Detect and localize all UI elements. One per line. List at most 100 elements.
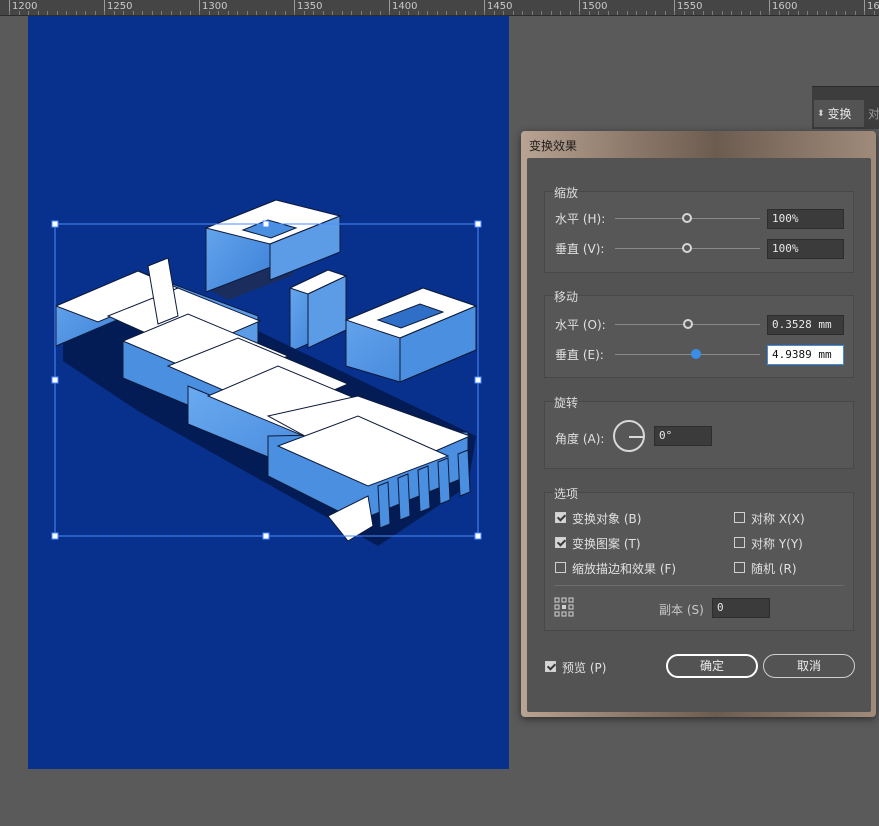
scale-vertical-label: 垂直 (V): — [555, 242, 605, 256]
reference-point-icon[interactable] — [554, 597, 574, 617]
ruler-minor-tick — [617, 11, 618, 15]
preview-checkbox[interactable] — [545, 661, 556, 672]
ruler-minor-tick — [171, 11, 172, 15]
reflect-y-checkbox[interactable] — [734, 537, 745, 548]
ruler-minor-tick — [66, 11, 67, 15]
ruler-label: 165 — [867, 1, 879, 12]
angle-field[interactable]: 0° — [654, 426, 712, 446]
ruler-minor-tick — [266, 11, 267, 15]
tab-align[interactable]: 对 — [868, 100, 879, 127]
ruler-minor-tick — [399, 11, 400, 15]
transform-patterns-checkbox[interactable] — [555, 537, 566, 548]
reflect-y-label: 对称 Y(Y) — [751, 537, 803, 551]
transform-effect-dialog[interactable]: 变换效果 缩放 水平 (H): 100% 垂直 (V): 100% 移动 水平 … — [521, 131, 876, 717]
scale-horizontal-slider-knob[interactable] — [682, 213, 692, 223]
ruler-minor-tick — [9, 11, 10, 15]
transform-patterns-label: 变换图案 (T) — [572, 537, 641, 551]
ruler-minor-tick — [693, 11, 694, 15]
transform-objects-checkbox[interactable] — [555, 512, 566, 523]
ruler-minor-tick — [389, 11, 390, 15]
ruler-minor-tick — [589, 11, 590, 15]
resize-handle[interactable] — [474, 532, 482, 540]
ruler-minor-tick — [750, 11, 751, 15]
ruler-minor-tick — [304, 11, 305, 15]
scale-vertical-field[interactable]: 100% — [767, 239, 844, 259]
ruler-minor-tick — [712, 11, 713, 15]
scale-vertical-slider-knob[interactable] — [682, 243, 692, 253]
ruler-minor-tick — [47, 11, 48, 15]
ruler-minor-tick — [228, 11, 229, 15]
ruler-minor-tick — [722, 11, 723, 15]
scale-section-title: 缩放 — [554, 186, 579, 200]
dialog-title: 变换效果 — [529, 139, 578, 153]
ruler-minor-tick — [218, 11, 219, 15]
tab-transform[interactable]: ⬍ 变换 — [814, 100, 864, 127]
scale-group: 缩放 水平 (H): 100% 垂直 (V): 100% — [544, 186, 854, 273]
move-group: 移动 水平 (O): 0.3528 mm 垂直 (E): 4.9389 mm — [544, 290, 854, 378]
ruler-minor-tick — [760, 11, 761, 15]
ruler-label: 1400 — [392, 1, 418, 12]
ruler-minor-tick — [560, 11, 561, 15]
cancel-button[interactable]: 取消 — [763, 654, 855, 678]
ruler-minor-tick — [532, 11, 533, 15]
ruler-minor-tick — [817, 11, 818, 15]
ruler-minor-tick — [85, 11, 86, 15]
move-horizontal-slider-knob[interactable] — [683, 319, 693, 329]
tab-align-label: 对 — [868, 107, 879, 121]
move-vertical-slider[interactable] — [615, 354, 760, 355]
ruler-minor-tick — [807, 11, 808, 15]
horizontal-ruler[interactable]: 1200 1250 1300 1350 1400 1450 1500 1550 … — [0, 0, 879, 16]
ruler-minor-tick — [152, 11, 153, 15]
ruler-minor-tick — [380, 11, 381, 15]
transform-objects-label: 变换对象 (B) — [572, 512, 642, 526]
angle-dial[interactable] — [613, 420, 645, 452]
scale-strokes-checkbox[interactable] — [555, 562, 566, 573]
ruler-minor-tick — [199, 11, 200, 15]
resize-handle[interactable] — [262, 220, 270, 228]
move-vertical-field[interactable]: 4.9389 mm — [767, 345, 844, 365]
ruler-minor-tick — [646, 11, 647, 15]
resize-handle[interactable] — [51, 532, 59, 540]
ruler-minor-tick — [513, 11, 514, 15]
reflect-x-label: 对称 X(X) — [751, 512, 805, 526]
reflect-x-checkbox[interactable] — [734, 512, 745, 523]
ruler-minor-tick — [95, 11, 96, 15]
ruler-minor-tick — [855, 11, 856, 15]
ruler-minor-tick — [475, 11, 476, 15]
ruler-label: 1550 — [677, 1, 703, 12]
ruler-minor-tick — [608, 11, 609, 15]
ruler-label: 1350 — [297, 1, 323, 12]
ruler-minor-tick — [351, 11, 352, 15]
ruler-minor-tick — [161, 11, 162, 15]
isometric-type-artwork[interactable] — [28, 16, 509, 769]
resize-handle[interactable] — [51, 220, 59, 228]
ruler-minor-tick — [332, 11, 333, 15]
move-horizontal-field[interactable]: 0.3528 mm — [767, 315, 844, 335]
ruler-minor-tick — [275, 11, 276, 15]
artboard[interactable] — [28, 16, 509, 769]
ruler-minor-tick — [826, 11, 827, 15]
transform-panel[interactable]: ⬍ 变换 对 — [812, 86, 879, 129]
chevron-updown-icon: ⬍ — [817, 108, 825, 119]
random-label: 随机 (R) — [751, 562, 797, 576]
ruler-minor-tick — [845, 11, 846, 15]
resize-handle[interactable] — [474, 220, 482, 228]
random-checkbox[interactable] — [734, 562, 745, 573]
move-horizontal-label: 水平 (O): — [555, 318, 606, 332]
ruler-minor-tick — [636, 11, 637, 15]
resize-handle[interactable] — [262, 532, 270, 540]
rotate-section-title: 旋转 — [554, 396, 579, 410]
ok-button[interactable]: 确定 — [666, 654, 758, 678]
dialog-body: 缩放 水平 (H): 100% 垂直 (V): 100% 移动 水平 (O): … — [527, 158, 871, 712]
resize-handle[interactable] — [474, 376, 482, 384]
ruler-minor-tick — [570, 11, 571, 15]
move-vertical-slider-knob[interactable] — [691, 349, 701, 359]
ruler-minor-tick — [361, 11, 362, 15]
ruler-minor-tick — [579, 11, 580, 15]
ruler-minor-tick — [323, 11, 324, 15]
scale-horizontal-field[interactable]: 100% — [767, 209, 844, 229]
resize-handle[interactable] — [51, 376, 59, 384]
ruler-minor-tick — [104, 11, 105, 15]
copies-field[interactable]: 0 — [712, 598, 770, 618]
ruler-label: 1500 — [582, 1, 608, 12]
